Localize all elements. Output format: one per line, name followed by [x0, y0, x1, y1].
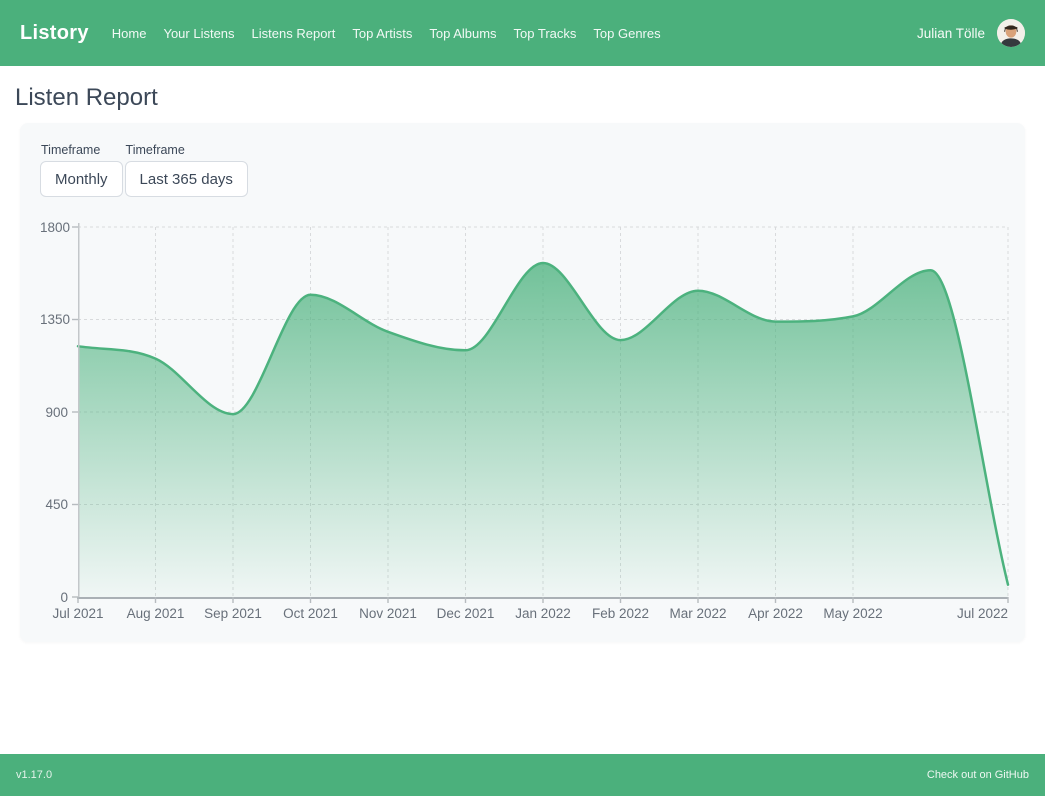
version-label: v1.17.0	[16, 769, 52, 781]
y-tick-label: 0	[40, 589, 68, 606]
nav-links: Home Your Listens Listens Report Top Art…	[112, 26, 661, 41]
x-tick-label: Feb 2022	[592, 605, 649, 622]
listens-series-area	[78, 263, 1008, 597]
footer: v1.17.0 Check out on GitHub	[0, 754, 1045, 796]
y-tick-label: 450	[40, 496, 68, 513]
y-tick-label: 900	[40, 404, 68, 421]
x-tick-label: Mar 2022	[669, 605, 726, 622]
nav-link-top-genres[interactable]: Top Genres	[593, 26, 660, 41]
nav-link-top-albums[interactable]: Top Albums	[429, 26, 496, 41]
x-tick-label: Jul 2021	[52, 605, 103, 622]
timeframe-label: Timeframe	[41, 143, 123, 157]
nav-user-area: Julian Tölle	[917, 19, 1025, 47]
x-tick-label: Nov 2021	[359, 605, 417, 622]
brand-logo[interactable]: Listory	[20, 22, 89, 45]
github-link[interactable]: Check out on GitHub	[927, 769, 1029, 781]
interval-label: Timeframe	[126, 143, 248, 157]
app-root: Listory Home Your Listens Listens Report…	[0, 0, 1045, 796]
x-tick-label: May 2022	[823, 605, 882, 622]
nav-link-top-artists[interactable]: Top Artists	[352, 26, 412, 41]
user-name[interactable]: Julian Tölle	[917, 26, 985, 41]
x-tick-label: Jan 2022	[515, 605, 571, 622]
x-tick-label: Dec 2021	[437, 605, 495, 622]
top-nav: Listory Home Your Listens Listens Report…	[0, 0, 1045, 66]
x-tick-label: Aug 2021	[127, 605, 185, 622]
nav-link-listens-report[interactable]: Listens Report	[252, 26, 336, 41]
x-tick-label: Jul 2022	[957, 605, 1008, 622]
timeframe-controls: Timeframe Monthly Timeframe Last 365 day…	[40, 143, 1008, 197]
main-content: Listen Report Timeframe Monthly Timefram…	[0, 66, 1045, 754]
y-tick-label: 1350	[40, 311, 68, 328]
x-tick-label: Sep 2021	[204, 605, 262, 622]
report-card: Timeframe Monthly Timeframe Last 365 day…	[20, 123, 1025, 642]
nav-link-home[interactable]: Home	[112, 26, 147, 41]
x-tick-label: Apr 2022	[748, 605, 803, 622]
interval-select[interactable]: Last 365 days	[125, 161, 248, 197]
interval-control: Timeframe Last 365 days	[125, 143, 248, 197]
user-avatar-image	[997, 19, 1025, 47]
listens-area-chart[interactable]: 045090013501800Jul 2021Aug 2021Sep 2021O…	[40, 227, 1008, 631]
x-tick-label: Oct 2021	[283, 605, 338, 622]
chart-svg[interactable]	[68, 223, 1018, 605]
nav-link-top-tracks[interactable]: Top Tracks	[514, 26, 577, 41]
nav-link-your-listens[interactable]: Your Listens	[163, 26, 234, 41]
timeframe-control: Timeframe Monthly	[40, 143, 123, 197]
y-tick-label: 1800	[40, 219, 68, 236]
page-title: Listen Report	[15, 84, 1031, 112]
user-avatar[interactable]	[997, 19, 1025, 47]
timeframe-select[interactable]: Monthly	[40, 161, 123, 197]
